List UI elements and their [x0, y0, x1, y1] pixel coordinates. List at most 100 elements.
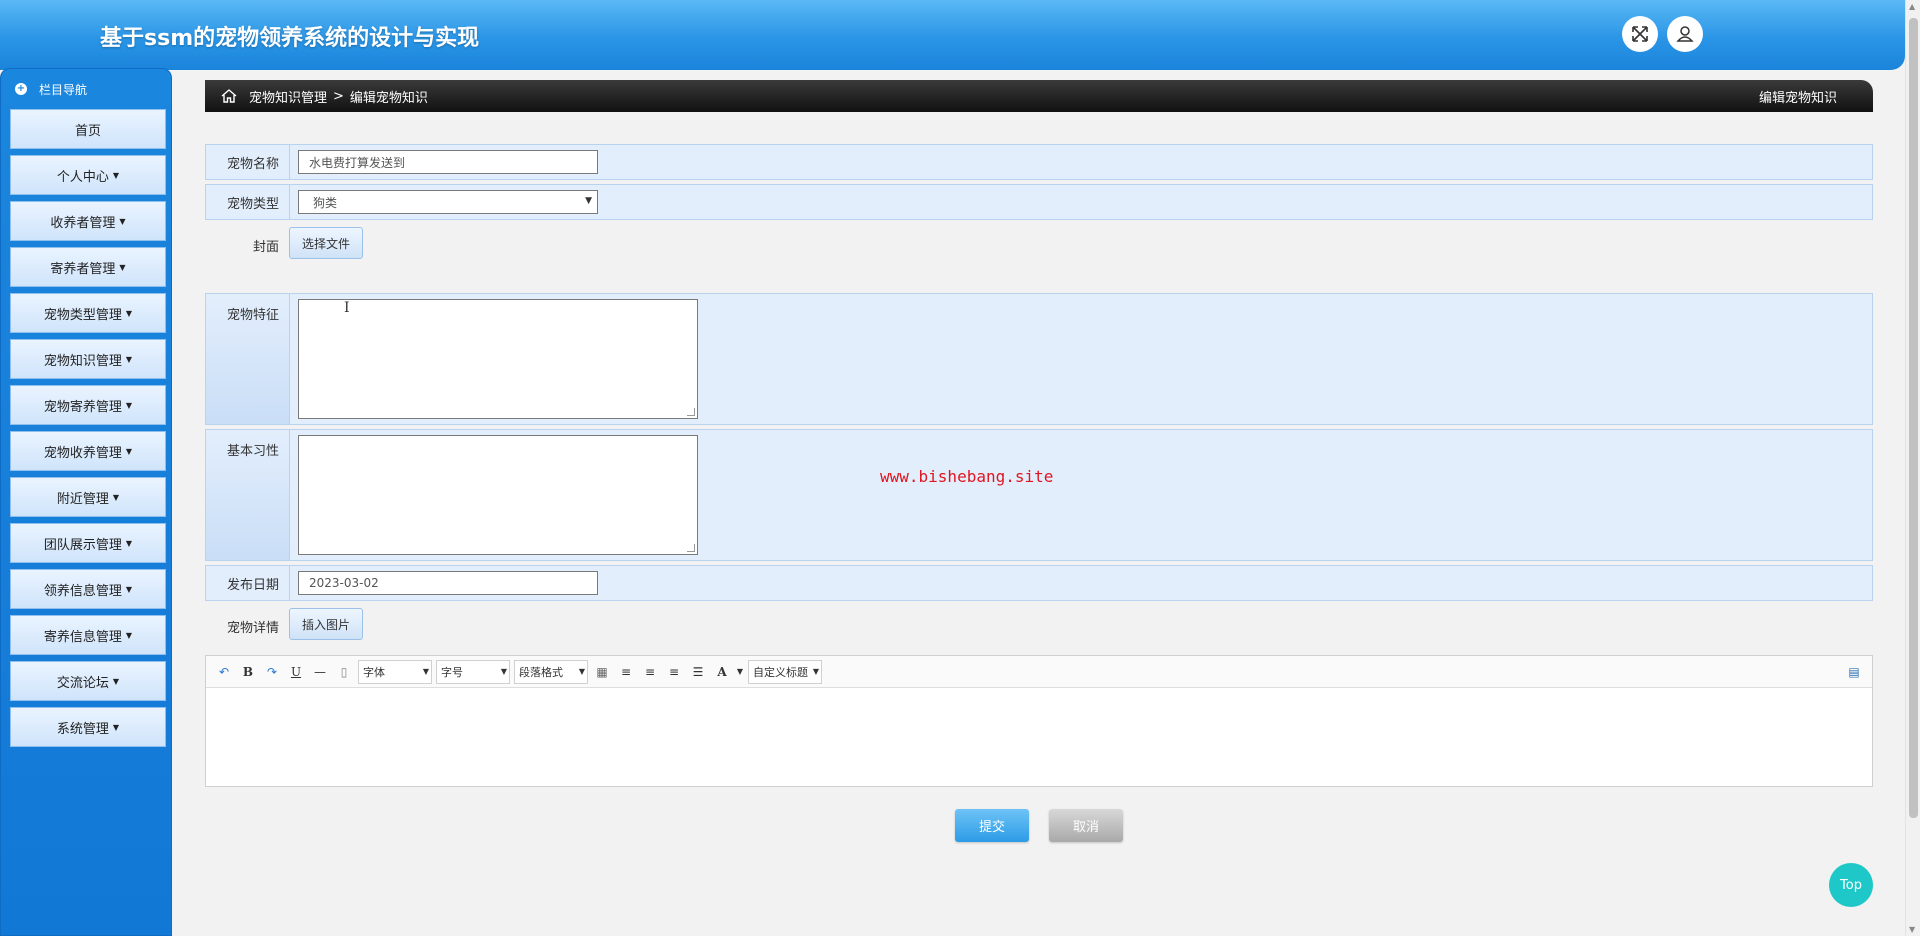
- pet-type-row: 宠物类型 狗类 ▼: [205, 184, 1873, 220]
- habits-row: 基本习性: [205, 429, 1873, 561]
- font-select[interactable]: 字体 ▼: [358, 659, 432, 684]
- paragraph-select-label: 段落格式: [519, 665, 563, 679]
- cancel-button[interactable]: 取消: [1049, 809, 1123, 842]
- sidebar-item[interactable]: 首页: [10, 109, 166, 149]
- sidebar-item-label: 宠物类型管理: [43, 307, 122, 323]
- rich-text-editor: ↶ B ↷ U — ▯ 字体 ▼ 字号 ▼ 段落格式 ▼ ▦ ≡ ≡ ≡ ☰ A…: [205, 655, 1873, 787]
- caret-down-icon: ▼: [125, 400, 133, 410]
- home-icon[interactable]: [221, 88, 237, 104]
- scroll-down-icon[interactable]: ▼: [1909, 925, 1915, 934]
- sidebar-item[interactable]: 系统管理 ▼: [10, 707, 166, 747]
- sidebar-item[interactable]: 宠物收养管理 ▼: [10, 431, 166, 471]
- chevron-down-icon: ▼: [585, 196, 592, 206]
- features-textarea[interactable]: [298, 299, 698, 419]
- custom-title-select-label: 自定义标题: [753, 665, 808, 679]
- sidebar-item[interactable]: 个人中心 ▼: [10, 155, 166, 195]
- top-header: 基于ssm的宠物领养系统的设计与实现: [0, 0, 1905, 70]
- sidebar-item-label: 系统管理: [56, 721, 109, 737]
- sidebar-item-label: 宠物知识管理: [43, 353, 122, 369]
- chevron-down-icon: ▼: [578, 667, 585, 676]
- nav-plus-icon: +: [15, 83, 27, 95]
- table-icon[interactable]: ▦: [592, 662, 612, 682]
- caret-down-icon: ▼: [125, 584, 133, 594]
- back-to-top-button[interactable]: Top: [1829, 863, 1873, 907]
- pet-name-row: 宠物名称 水电费打算发送到: [205, 144, 1873, 180]
- sidebar-item-label: 宠物寄养管理: [43, 399, 122, 415]
- expand-arrows-icon: [1632, 26, 1648, 42]
- chevron-down-icon[interactable]: ▼: [736, 662, 744, 682]
- publish-date-label: 发布日期: [206, 566, 290, 600]
- caret-down-icon: ▼: [125, 308, 133, 318]
- breadcrumb-separator: >: [333, 88, 344, 104]
- publish-date-input[interactable]: 2023-03-02: [298, 571, 598, 595]
- redo-icon[interactable]: ↷: [262, 662, 282, 682]
- source-code-icon[interactable]: ▤: [1844, 662, 1864, 682]
- align-center-icon[interactable]: ≡: [664, 662, 684, 682]
- sidebar-item-label: 寄养信息管理: [43, 629, 122, 645]
- scroll-up-icon[interactable]: ▲: [1909, 2, 1915, 11]
- sidebar-item[interactable]: 领养信息管理 ▼: [10, 569, 166, 609]
- caret-down-icon: ▼: [125, 446, 133, 456]
- sidebar-header: + 栏目导航: [1, 69, 171, 109]
- chevron-down-icon: ▼: [500, 667, 507, 676]
- breadcrumb-current: 编辑宠物知识: [349, 90, 428, 106]
- caret-down-icon: ▼: [125, 630, 133, 640]
- insert-image-button[interactable]: 插入图片: [289, 608, 364, 640]
- sidebar-item-label: 交流论坛: [56, 675, 109, 691]
- sidebar-item[interactable]: 交流论坛 ▼: [10, 661, 166, 701]
- user-button[interactable]: [1667, 16, 1703, 52]
- align-left-icon[interactable]: ≡: [616, 662, 636, 682]
- watermark-text: www.bishebang.site: [880, 467, 1054, 486]
- align-justify-icon[interactable]: ☰: [688, 662, 708, 682]
- editor-content-area[interactable]: [206, 688, 1872, 786]
- document-icon[interactable]: ▯: [334, 662, 354, 682]
- breadcrumb-parent[interactable]: 宠物知识管理: [249, 87, 327, 106]
- custom-title-select[interactable]: 自定义标题 ▼: [748, 659, 822, 684]
- sidebar-item-label: 宠物收养管理: [43, 445, 122, 461]
- sidebar-item-label: 寄养者管理: [50, 261, 116, 277]
- size-select-label: 字号: [441, 665, 463, 679]
- sidebar-item-label: 收养者管理: [50, 215, 116, 231]
- page-scrollbar[interactable]: ▲ ▼: [1905, 0, 1920, 936]
- sidebar-item[interactable]: 寄养者管理 ▼: [10, 247, 166, 287]
- resize-handle[interactable]: [687, 544, 695, 552]
- bold-icon[interactable]: B: [238, 662, 258, 682]
- align-right-icon[interactable]: ≡: [640, 662, 660, 682]
- user-icon: [1676, 26, 1694, 42]
- pet-name-input[interactable]: 水电费打算发送到: [298, 150, 598, 174]
- pet-name-label: 宠物名称: [206, 145, 290, 179]
- sidebar-item[interactable]: 附近管理 ▼: [10, 477, 166, 517]
- resize-handle[interactable]: [687, 408, 695, 416]
- habits-textarea[interactable]: [298, 435, 698, 555]
- choose-file-button[interactable]: 选择文件: [289, 227, 364, 259]
- chevron-down-icon: ▼: [812, 667, 819, 676]
- fullscreen-button[interactable]: [1622, 16, 1658, 52]
- sidebar-item[interactable]: 宠物知识管理 ▼: [10, 339, 166, 379]
- editor-toolbar: ↶ B ↷ U — ▯ 字体 ▼ 字号 ▼ 段落格式 ▼ ▦ ≡ ≡ ≡ ☰ A…: [206, 656, 1872, 688]
- sidebar-item-label: 领养信息管理: [43, 583, 122, 599]
- pet-type-value: 狗类: [313, 195, 338, 210]
- sidebar-item[interactable]: 寄养信息管理 ▼: [10, 615, 166, 655]
- scrollbar-thumb[interactable]: [1909, 18, 1918, 818]
- caret-down-icon: ▼: [125, 354, 133, 364]
- sidebar-item-label: 个人中心: [56, 169, 109, 185]
- horizontal-rule-icon[interactable]: —: [310, 662, 330, 682]
- size-select[interactable]: 字号 ▼: [436, 659, 510, 684]
- submit-button[interactable]: 提交: [955, 809, 1029, 842]
- chevron-down-icon: ▼: [422, 667, 429, 676]
- font-color-icon[interactable]: A: [712, 662, 732, 682]
- paragraph-select[interactable]: 段落格式 ▼: [514, 659, 588, 684]
- underline-icon[interactable]: U: [286, 662, 306, 682]
- undo-icon[interactable]: ↶: [214, 662, 234, 682]
- sidebar-item[interactable]: 宠物类型管理 ▼: [10, 293, 166, 333]
- pet-type-select[interactable]: 狗类 ▼: [298, 190, 598, 214]
- page-title: 编辑宠物知识: [1758, 90, 1837, 106]
- font-select-label: 字体: [363, 665, 385, 679]
- sidebar-item[interactable]: 收养者管理 ▼: [10, 201, 166, 241]
- sidebar-item[interactable]: 宠物寄养管理 ▼: [10, 385, 166, 425]
- caret-down-icon: ▼: [119, 262, 126, 272]
- sidebar-title: 栏目导航: [39, 82, 88, 97]
- sidebar-item[interactable]: 团队展示管理 ▼: [10, 523, 166, 563]
- caret-down-icon: ▼: [125, 538, 133, 548]
- details-label: 宠物详情: [226, 621, 279, 636]
